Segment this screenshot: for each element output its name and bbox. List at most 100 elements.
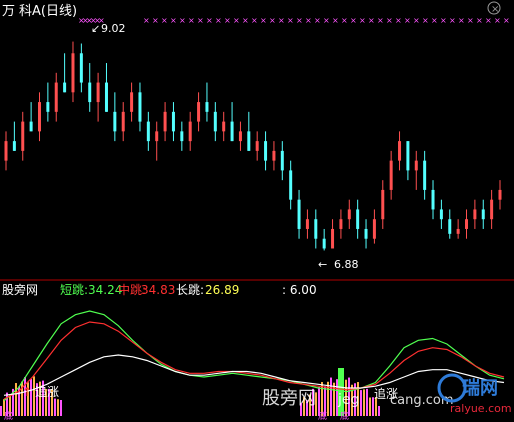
- candle-body: [155, 131, 159, 142]
- x-marker-icon: ×: [386, 16, 393, 25]
- candle-body: [414, 160, 418, 171]
- histogram-bar: [366, 388, 368, 416]
- x-marker-icon: ×: [467, 16, 474, 25]
- x-marker-icon: ×: [377, 16, 384, 25]
- long-value: 26.89: [205, 283, 239, 297]
- candle-body: [205, 102, 209, 112]
- x-marker-icon: ×: [188, 16, 195, 25]
- indicator-lines: [3, 310, 505, 402]
- bottom-marker: 底: [318, 410, 327, 422]
- candle-body: [264, 141, 268, 161]
- x-marker-icon: ×: [179, 16, 186, 25]
- candle-body: [171, 111, 175, 132]
- x-marker-icon: ×: [152, 16, 159, 25]
- histogram-bar: [378, 406, 380, 416]
- x-marker-icon: ×: [341, 16, 348, 25]
- mid-value: 34.83: [141, 283, 175, 297]
- histogram-bar: [57, 399, 59, 416]
- bottom-marker: 底: [340, 410, 349, 422]
- histogram-bar: [330, 377, 332, 416]
- close-button[interactable]: ×: [487, 1, 501, 15]
- candle-body: [398, 141, 402, 161]
- candle-body: [63, 82, 67, 93]
- candle-body: [130, 92, 134, 112]
- x-marker-icon: ×: [305, 16, 312, 25]
- x-marker-icon: ×: [170, 16, 177, 25]
- histogram-bar: [369, 397, 371, 416]
- candlestick-series: [4, 41, 502, 251]
- candle-body: [188, 121, 192, 142]
- candle-body: [448, 219, 452, 234]
- extra-value: : 6.00: [282, 283, 317, 297]
- x-marker-icon: ×: [269, 16, 276, 25]
- candle-body: [305, 219, 309, 229]
- x-marker-icon: ×: [404, 16, 411, 25]
- candle-body: [21, 121, 25, 151]
- candle-body: [197, 102, 201, 122]
- logo-url: ralyue.com: [450, 402, 512, 415]
- signal-marker-row: ×××××× × × × × × × × × × × × × × × × × × × × × × × × × × × × × × × × × × ×…: [78, 16, 510, 25]
- x-marker-icon: ×: [161, 16, 168, 25]
- x-marker-icon: ×: [422, 16, 429, 25]
- candle-body: [372, 219, 376, 239]
- candle-body: [347, 209, 351, 220]
- candle-body: [297, 199, 301, 229]
- histogram-bar: [60, 400, 62, 416]
- signal-left: ↑ 追涨: [22, 384, 59, 399]
- high-annotation: ↙ 9.02: [91, 22, 126, 35]
- low-label: 6.88: [334, 258, 359, 271]
- chart-title: 科A(日线): [19, 4, 77, 19]
- x-marker-icon: ×: [314, 16, 321, 25]
- logo-text: 瑞网: [462, 378, 498, 399]
- histogram-bar: [360, 390, 362, 416]
- x-marker-icon: ×: [206, 16, 213, 25]
- x-marker-icon: ×: [260, 16, 267, 25]
- candle-body: [381, 189, 385, 220]
- long-label: 长跳:: [176, 283, 204, 297]
- x-marker-icon: ×: [215, 16, 222, 25]
- x-marker-icon: ×: [494, 16, 501, 25]
- indicator-name: 股旁网: [2, 282, 38, 297]
- x-marker-icon: ×: [431, 16, 438, 25]
- long-line: [3, 354, 505, 396]
- candle-body: [4, 141, 8, 161]
- candle-body: [280, 150, 284, 171]
- candle-body: [255, 141, 259, 151]
- stock-name-prefix: 万: [2, 4, 15, 19]
- histogram-bar: [54, 398, 56, 416]
- candle-body: [213, 111, 217, 132]
- histogram-bar: [363, 389, 365, 416]
- watermark-left-text: 股旁网: [262, 388, 316, 409]
- indicator-header: 股旁网 短跳: 34.24 中跳: 34.83 长跳: 26.89 : 6.00: [2, 282, 317, 297]
- x-marker-icon: ×: [413, 16, 420, 25]
- x-marker-icon: ×: [368, 16, 375, 25]
- candle-body: [71, 53, 75, 93]
- x-marker-icon: ×: [197, 16, 204, 25]
- low-arrow: ←: [318, 258, 327, 271]
- x-marker-icon: ×: [359, 16, 366, 25]
- candle-body: [222, 121, 226, 132]
- candle-body: [364, 228, 368, 239]
- candle-body: [331, 228, 335, 249]
- candle-body: [88, 82, 92, 103]
- chart-canvas: 万 科A(日线) × ×××××× × × × × × × × × × × × × × × × × × × × × × × ×…: [0, 1, 514, 422]
- candle-body: [121, 111, 125, 132]
- x-marker-icon: ×: [332, 16, 339, 25]
- x-marker-icon: ×: [458, 16, 465, 25]
- short-line: [3, 310, 505, 402]
- candle-body: [389, 160, 393, 190]
- candle-body: [247, 131, 251, 151]
- candle-body: [289, 170, 293, 200]
- candle-body: [322, 238, 326, 249]
- x-marker-icon: ×: [350, 16, 357, 25]
- x-marker-icon: ×: [287, 16, 294, 25]
- close-icon: ×: [491, 4, 499, 15]
- candle-body: [406, 141, 410, 171]
- x-marker-icon: ×: [503, 16, 510, 25]
- candle-body: [431, 189, 435, 210]
- short-label: 短跳:: [60, 283, 88, 297]
- watermark: 股旁网 jeg cang.com: [262, 388, 454, 409]
- candle-body: [230, 121, 234, 142]
- candle-body: [339, 219, 343, 229]
- candle-body: [456, 228, 460, 234]
